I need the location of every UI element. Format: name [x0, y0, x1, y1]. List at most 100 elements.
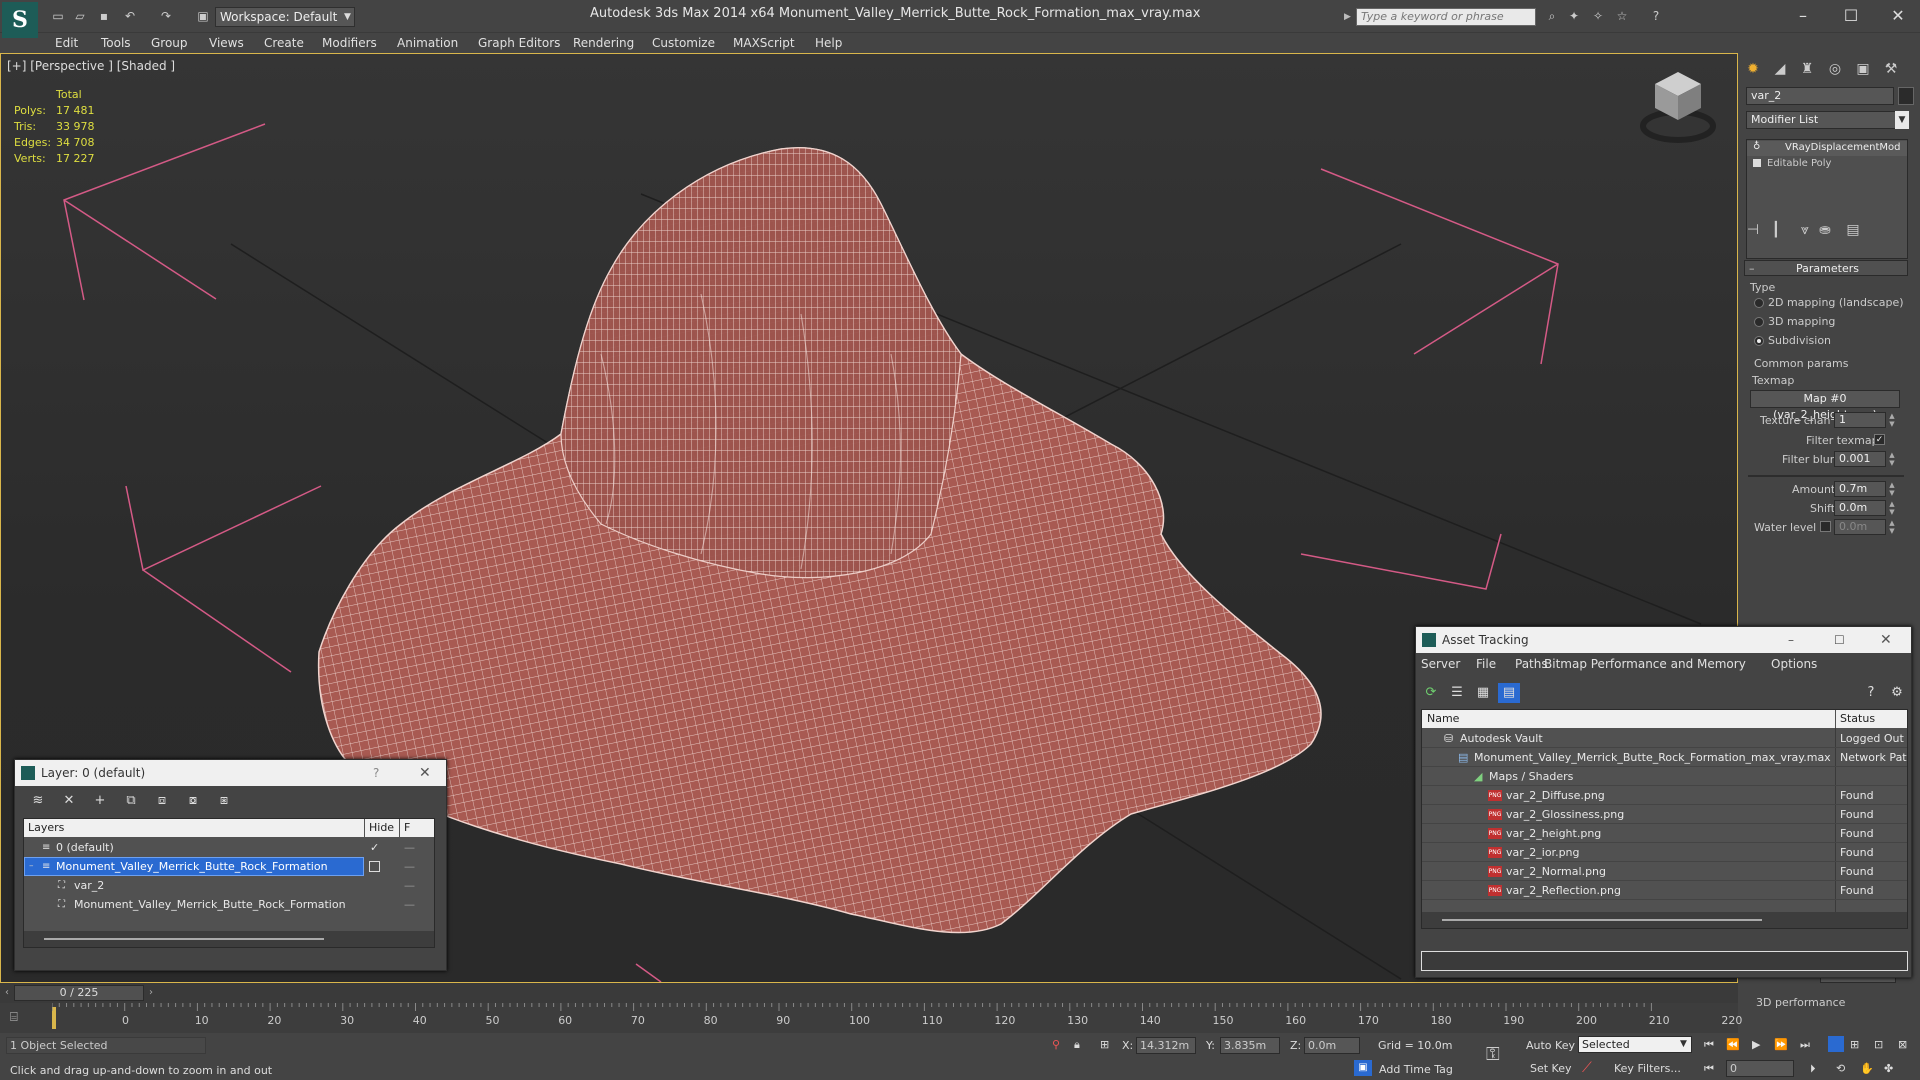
select-objects-in-layer-icon[interactable]: ⧉ [120, 791, 142, 811]
menu-modifiers[interactable]: Modifiers [322, 34, 377, 52]
maximize-icon[interactable]: ☐ [1834, 627, 1845, 653]
maximize-viewport-icon[interactable]: ⊠ [1898, 1038, 1907, 1051]
project-folder-icon[interactable]: ▣ [195, 9, 211, 23]
scrollbar-thumb[interactable] [1442, 919, 1762, 921]
hide-toggle[interactable]: — [404, 876, 415, 895]
lightbulb-icon[interactable]: ♁ [1753, 141, 1760, 152]
texture-chan-spinner[interactable]: ▲ ▼ [1888, 412, 1896, 428]
texmap-button[interactable]: Map #0 (var_2_height.png) [1750, 390, 1900, 421]
communication-center-icon[interactable]: ✦ [1566, 9, 1582, 23]
go-to-end-icon[interactable]: ⏭ [1800, 1038, 1810, 1052]
zoom-icon[interactable] [1828, 1036, 1844, 1052]
object-color-swatch[interactable] [1898, 87, 1914, 105]
asset-row[interactable]: PNG var_2_Reflection.png Found [1422, 881, 1907, 900]
filter-blur-spinner[interactable]: ▲ ▼ [1888, 451, 1896, 467]
go-to-start-icon[interactable]: ⏮ [1704, 1038, 1714, 1052]
asset-row[interactable]: PNG var_2_ior.png Found [1422, 843, 1907, 862]
asset-row[interactable]: ⛁ Autodesk Vault Logged Out [1422, 729, 1907, 748]
time-next-arrow-icon[interactable]: › [144, 985, 158, 1001]
z-coordinate-field[interactable]: 0.0m [1304, 1037, 1360, 1054]
horizontal-scrollbar[interactable] [24, 931, 434, 947]
layer-window-title-bar[interactable]: Layer: 0 (default) ? ✕ [15, 760, 446, 786]
menu-animation[interactable]: Animation [397, 34, 458, 52]
menu-graph-editors[interactable]: Graph Editors [478, 34, 560, 52]
highlight-selected-layer-icon[interactable]: ⧈ [151, 791, 173, 811]
key-icon[interactable]: ⟋ [1582, 1060, 1592, 1076]
subscription-icon[interactable]: ✧ [1590, 9, 1606, 23]
save-icon[interactable]: ▪ [96, 9, 112, 23]
key-filters-button[interactable]: Key Filters... [1614, 1062, 1681, 1075]
create-tab-icon[interactable]: ✹ [1742, 58, 1764, 80]
x-coordinate-field[interactable]: 14.312m [1136, 1037, 1196, 1054]
orbit-icon[interactable]: ⟲ [1836, 1062, 1845, 1075]
menu-group[interactable]: Group [151, 34, 188, 52]
menu-edit[interactable]: Edit [55, 34, 78, 52]
asset-menu-file[interactable]: File [1476, 657, 1496, 671]
hierarchy-tab-icon[interactable]: ♜ [1796, 58, 1818, 80]
utilities-tab-icon[interactable]: ⚒ [1880, 58, 1902, 80]
previous-frame-icon[interactable]: ⏪ [1726, 1038, 1740, 1051]
next-frame-icon[interactable]: ⏩ [1774, 1038, 1788, 1051]
app-logo-icon[interactable]: S [2, 2, 38, 38]
shift-spinner[interactable]: ▲ ▼ [1888, 500, 1896, 516]
menu-maxscript[interactable]: MAXScript [733, 34, 795, 52]
search-input[interactable]: Type a keyword or phrase [1356, 8, 1536, 26]
filter-texmap-checkbox[interactable]: ✓ [1874, 434, 1885, 445]
asset-row[interactable]: PNG var_2_Glossiness.png Found [1422, 805, 1907, 824]
lock-selection-icon[interactable]: 🔒︎ [1074, 1038, 1080, 1052]
radio-3d-mapping[interactable] [1754, 317, 1764, 327]
table-view-icon[interactable]: ▤ [1498, 683, 1520, 703]
asset-path-field[interactable] [1421, 951, 1908, 971]
minimize-window-button[interactable]: – [1785, 4, 1821, 28]
expand-search-icon[interactable]: ▶ [1344, 12, 1351, 22]
close-icon[interactable]: ✕ [419, 760, 431, 786]
workspace-dropdown[interactable]: Workspace: Default [215, 7, 355, 27]
hide-column-header[interactable]: Hide [365, 819, 399, 837]
asset-row[interactable]: ▤ Monument_Valley_Merrick_Butte_Rock_For… [1422, 748, 1907, 767]
asset-row[interactable]: ◢ Maps / Shaders [1422, 767, 1907, 786]
menu-customize[interactable]: Customize [652, 34, 715, 52]
menu-create[interactable]: Create [264, 34, 304, 52]
chevron-down-icon[interactable]: ▼ [1680, 1039, 1687, 1049]
pan-icon[interactable]: ✋ [1860, 1062, 1874, 1075]
modifier-stack[interactable]: ♁ VRayDisplacementMod Editable Poly [1746, 139, 1908, 259]
redo-icon[interactable]: ↷ [158, 9, 174, 23]
undo-icon[interactable]: ↶ [122, 9, 138, 23]
amount-field[interactable]: 0.7m [1834, 481, 1886, 497]
make-unique-icon[interactable]: ⩔ [1794, 219, 1816, 241]
texture-chan-field[interactable]: 1 [1834, 412, 1886, 428]
pin-stack-icon[interactable]: ⊣ [1742, 219, 1764, 241]
layer-row[interactable]: ⛶ var_2 — [24, 876, 434, 895]
add-time-tag-button[interactable]: Add Time Tag [1379, 1063, 1453, 1076]
stack-item-vray[interactable]: ♁ VRayDisplacementMod [1747, 141, 1907, 156]
water-level-field[interactable]: 0.0m [1834, 519, 1886, 535]
freeze-unfreeze-all-icon[interactable]: ⧆ [213, 791, 235, 811]
parameters-rollout-header[interactable]: – Parameters [1744, 260, 1908, 276]
viewport-label[interactable]: [+] [Perspective ] [Shaded ] [7, 59, 175, 73]
hide-unhide-all-icon[interactable]: ⧇ [182, 791, 204, 811]
y-coordinate-field[interactable]: 3.835m [1220, 1037, 1280, 1054]
help-icon[interactable]: ? [1860, 683, 1882, 703]
make-current-box[interactable] [369, 861, 380, 872]
layers-list[interactable]: Layers Hide F ≡ 0 (default) ✓ — – ≡ Monu… [23, 818, 435, 948]
layers-column-header[interactable]: Layers [24, 819, 364, 837]
chevron-down-icon[interactable]: ▼ [344, 7, 356, 27]
modifier-list-dropdown[interactable]: Modifier List [1746, 111, 1906, 129]
menu-views[interactable]: Views [209, 34, 244, 52]
radio-subdivision[interactable] [1754, 336, 1764, 346]
create-new-layer-icon[interactable]: ≋ [27, 791, 49, 811]
settings-icon[interactable]: ⚙ [1886, 683, 1908, 703]
time-slider-thumb[interactable]: 0 / 225 [14, 985, 144, 1001]
close-icon[interactable]: ✕ [1880, 627, 1892, 653]
list-view-icon[interactable]: ☰ [1446, 683, 1468, 703]
display-tab-icon[interactable]: ▣ [1852, 58, 1874, 80]
water-level-checkbox[interactable] [1820, 521, 1831, 532]
modify-tab-icon[interactable]: ◢ [1769, 58, 1791, 80]
help-icon[interactable]: ? [373, 760, 379, 786]
set-key-mode-key-icon[interactable]: ⚿ [1486, 1044, 1500, 1065]
viewcube-icon[interactable] [1640, 72, 1716, 143]
hide-toggle[interactable]: — [404, 895, 415, 914]
show-end-result-icon[interactable]: ┃ [1765, 219, 1787, 241]
collapse-icon[interactable]: – [29, 857, 34, 876]
add-to-layer-icon[interactable]: + [89, 791, 111, 811]
